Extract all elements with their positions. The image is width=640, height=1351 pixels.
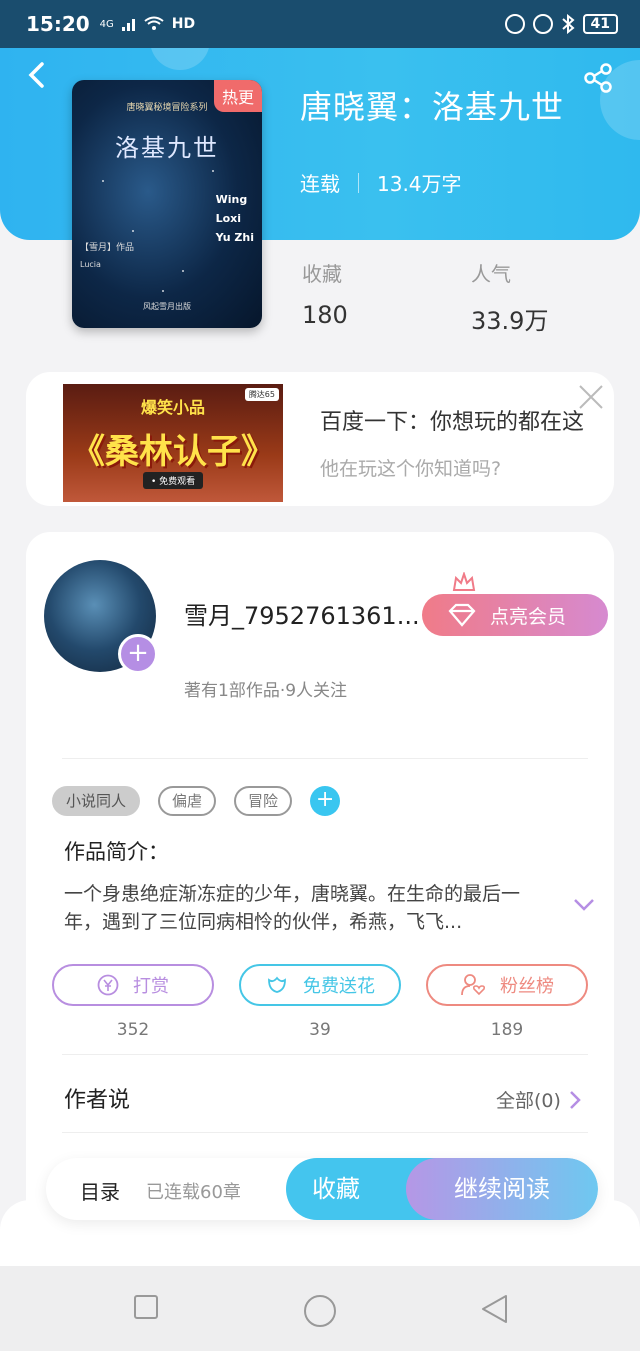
back-arrow-icon[interactable]: [22, 60, 52, 90]
user-heart-icon: [461, 974, 486, 996]
fans-action: 粉丝榜 189: [426, 964, 588, 1040]
ad-subtitle: 他在玩这个你知道吗?: [320, 458, 502, 480]
word-count: 13.4万字: [377, 172, 462, 196]
tag-item[interactable]: 小说同人: [52, 786, 141, 816]
hd-label: HD: [171, 16, 196, 32]
continue-reading-button[interactable]: 继续阅读: [406, 1158, 598, 1220]
fans-label: 粉丝榜: [500, 976, 554, 997]
vip-label: 点亮会员: [490, 605, 567, 628]
wifi-icon: [144, 16, 164, 30]
author-info: 著有1部作品·9人关注: [184, 681, 348, 701]
ad-banner[interactable]: 腾达65 爆笑小品 《桑林认子》 • 免费观看 百度一下：你想玩的都在这 他在玩…: [26, 372, 614, 506]
tip-count: 352: [116, 1020, 150, 1040]
popularity-stat: 人气 33.9万: [471, 258, 548, 336]
system-nav-bar: [0, 1266, 640, 1351]
cover-title: 洛基九世: [115, 134, 219, 162]
status-time: 15:20: [26, 12, 90, 36]
fans-count: 189: [490, 1020, 524, 1040]
ad-thumb-title: 《桑林认子》: [71, 432, 275, 472]
send-flower-button[interactable]: 免费送花: [239, 964, 401, 1006]
book-title: 唐晓翼：洛基九世: [300, 88, 565, 126]
hot-update-badge: 热更: [213, 80, 262, 112]
cover-author-alt: Lucia: [80, 260, 101, 269]
book-meta: 连载 13.4万字: [300, 168, 462, 197]
chapter-count: 已连载60章: [146, 1182, 241, 1203]
favorites-value: 180: [302, 301, 348, 329]
cover-english-line: Loxi: [215, 212, 242, 225]
cover-english-line: Yu Zhi: [215, 231, 254, 244]
add-tag-button[interactable]: +: [310, 786, 341, 816]
author-says-all-label: 全部(0): [496, 1090, 561, 1112]
divider: [62, 1054, 588, 1055]
fans-ranking-button[interactable]: 粉丝榜: [426, 964, 588, 1006]
yuan-icon: [97, 974, 119, 996]
share-icon[interactable]: [582, 62, 614, 94]
ad-thumb-button: • 免费观看: [143, 472, 204, 489]
tip-label: 打赏: [133, 976, 169, 997]
flower-action: 免费送花 39: [239, 964, 401, 1040]
flower-icon: [268, 976, 286, 993]
book-cover[interactable]: 唐晓翼秘境冒险系列 洛基九世 Wing Loxi Yu Zhi 【雪月】作品 L…: [72, 80, 262, 328]
reader-action-bar: 目录 已连载60章 收藏 继续阅读: [46, 1158, 598, 1220]
tag-item[interactable]: 冒险: [234, 786, 293, 816]
intro-label: 作品简介：: [64, 840, 169, 864]
lock-icon: [532, 14, 553, 34]
flower-label: 免费送花: [303, 976, 375, 997]
tag-list: 小说同人 偏虐 冒险 +: [52, 786, 341, 816]
author-name[interactable]: 雪月_7952761361...: [184, 596, 424, 631]
bluetooth-icon: [561, 14, 575, 34]
divider: [62, 1132, 588, 1133]
signal-icon: [121, 19, 135, 31]
ad-thumb-heading: 爆笑小品: [140, 398, 205, 417]
ad-title[interactable]: 百度一下：你想玩的都在这: [320, 404, 584, 436]
tag-item[interactable]: 偏虐: [158, 786, 217, 816]
cover-author: 【雪月】作品: [80, 243, 135, 253]
book-detail-card: + 雪月_7952761361... 点亮会员 著有1部作品·9人关注 小说同人…: [26, 532, 614, 1252]
cover-english-line: Wing: [215, 193, 248, 206]
close-icon[interactable]: [578, 384, 604, 410]
status-bar: 15:20 4G HD 41: [0, 0, 640, 48]
meta-divider: [358, 172, 359, 193]
toc-button[interactable]: 目录: [80, 1176, 120, 1205]
crown-icon: [452, 572, 476, 591]
divider: [62, 758, 588, 759]
serial-status: 连载: [300, 172, 340, 196]
diamond-icon: [448, 603, 476, 627]
recent-apps-icon[interactable]: [133, 1294, 159, 1320]
author-says-label: 作者说: [64, 1088, 131, 1113]
battery-indicator: 41: [582, 14, 618, 34]
author-says-all-link[interactable]: 全部(0): [496, 1086, 581, 1113]
vip-button[interactable]: 点亮会员: [422, 594, 608, 636]
data-saver-icon: [504, 14, 525, 34]
chevron-down-icon[interactable]: [572, 892, 596, 916]
favorites-label: 收藏: [302, 262, 342, 286]
popularity-value: 33.9万: [471, 307, 549, 335]
tip-action: 打赏 352: [52, 964, 214, 1040]
intro-text: 一个身患绝症渐冻症的少年，唐晓翼。在生命的最后一年，遇到了三位同病相怜的伙伴，希…: [64, 883, 521, 933]
cover-english-title: Wing Loxi Yu Zhi: [216, 190, 254, 247]
action-row: 打赏 352 免费送花 39 粉丝榜 189: [52, 964, 588, 1040]
ad-thumbnail[interactable]: 腾达65 爆笑小品 《桑林认子》 • 免费观看: [63, 384, 283, 502]
tip-button[interactable]: 打赏: [52, 964, 214, 1006]
status-signal: 4G HD: [100, 16, 195, 32]
popularity-label: 人气: [471, 262, 511, 286]
network-label: 4G: [99, 18, 114, 30]
back-icon[interactable]: [480, 1294, 508, 1324]
home-icon[interactable]: [303, 1294, 337, 1328]
follow-plus-icon[interactable]: +: [118, 634, 158, 674]
cover-publisher: 风起雪月出版: [143, 302, 191, 311]
favorites-stat: 收藏 180: [302, 258, 348, 329]
chevron-right-icon: [570, 1090, 581, 1109]
flower-count: 39: [309, 1020, 331, 1040]
